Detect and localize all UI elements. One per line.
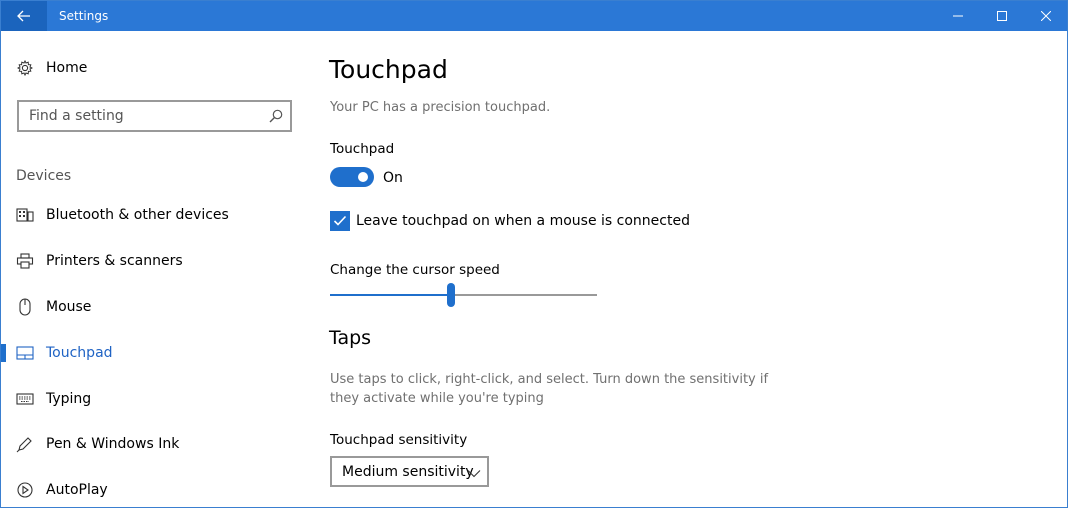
- maximize-button[interactable]: [979, 1, 1025, 31]
- pen-icon: [16, 435, 34, 453]
- touchpad-icon: [16, 344, 34, 362]
- close-icon: [1041, 11, 1051, 21]
- back-arrow-icon: [17, 10, 30, 22]
- sidebar-item-mouse[interactable]: Mouse: [1, 287, 301, 327]
- sidebar-item-autoplay[interactable]: AutoPlay: [1, 470, 301, 508]
- page-title: Touchpad: [329, 55, 448, 84]
- slider-thumb[interactable]: [447, 283, 455, 307]
- sidebar-item-bluetooth[interactable]: Bluetooth & other devices: [1, 195, 301, 235]
- slider-fill: [330, 294, 451, 296]
- sensitivity-value: Medium sensitivity: [342, 464, 474, 480]
- checkmark-icon: [333, 215, 347, 226]
- search-input[interactable]: Find a setting: [17, 100, 292, 132]
- maximize-icon: [997, 11, 1007, 21]
- sidebar-item-label: Printers & scanners: [46, 253, 183, 269]
- back-button[interactable]: [1, 1, 47, 31]
- sidebar-item-touchpad[interactable]: Touchpad: [1, 333, 301, 373]
- sidebar-item-label: Mouse: [46, 299, 92, 315]
- home-link[interactable]: Home: [17, 60, 87, 76]
- cursor-speed-slider[interactable]: [330, 283, 597, 307]
- home-label: Home: [46, 60, 88, 76]
- sidebar: Home Find a setting Devices Bluetooth & …: [1, 31, 311, 507]
- cursor-speed-label: Change the cursor speed: [330, 262, 500, 278]
- gear-icon: [17, 60, 33, 76]
- sidebar-item-pen[interactable]: Pen & Windows Ink: [1, 424, 301, 464]
- window-title: Settings: [59, 9, 109, 23]
- touchpad-toggle-label: Touchpad: [330, 141, 395, 157]
- main-content: Touchpad Your PC has a precision touchpa…: [329, 31, 1049, 507]
- leave-touchpad-on-checkbox[interactable]: [330, 211, 350, 231]
- toggle-knob: [358, 172, 368, 182]
- sidebar-item-label: AutoPlay: [46, 482, 108, 498]
- settings-window: Settings Home Find a setting Devices Blu…: [0, 0, 1068, 508]
- chevron-down-icon: [467, 470, 481, 478]
- sidebar-item-label: Touchpad: [46, 345, 113, 361]
- autoplay-icon: [16, 481, 34, 499]
- title-bar: Settings: [1, 1, 1067, 31]
- keyboard-icon: [16, 390, 34, 408]
- checkbox-label: Leave touchpad on when a mouse is connec…: [356, 213, 690, 229]
- search-icon: [269, 109, 283, 123]
- active-indicator: [1, 344, 6, 362]
- sidebar-item-label: Bluetooth & other devices: [46, 207, 229, 223]
- devices-heading: Devices: [16, 168, 72, 184]
- close-button[interactable]: [1023, 1, 1068, 31]
- bluetooth-devices-icon: [16, 206, 34, 224]
- page-subtitle: Your PC has a precision touchpad.: [330, 100, 551, 115]
- sidebar-item-typing[interactable]: Typing: [1, 379, 301, 419]
- toggle-state-label: On: [383, 170, 403, 186]
- minimize-icon: [953, 15, 963, 17]
- mouse-icon: [16, 298, 34, 316]
- sidebar-item-printers[interactable]: Printers & scanners: [1, 241, 301, 281]
- touchpad-toggle[interactable]: [330, 167, 374, 187]
- sidebar-item-label: Typing: [46, 391, 92, 407]
- minimize-button[interactable]: [935, 1, 981, 31]
- sensitivity-label: Touchpad sensitivity: [330, 432, 468, 448]
- taps-heading: Taps: [329, 327, 372, 349]
- search-placeholder: Find a setting: [29, 108, 124, 124]
- sensitivity-dropdown[interactable]: Medium sensitivity: [330, 456, 489, 487]
- taps-description: Use taps to click, right-click, and sele…: [330, 372, 769, 406]
- sidebar-item-label: Pen & Windows Ink: [46, 436, 180, 452]
- printer-icon: [16, 252, 34, 270]
